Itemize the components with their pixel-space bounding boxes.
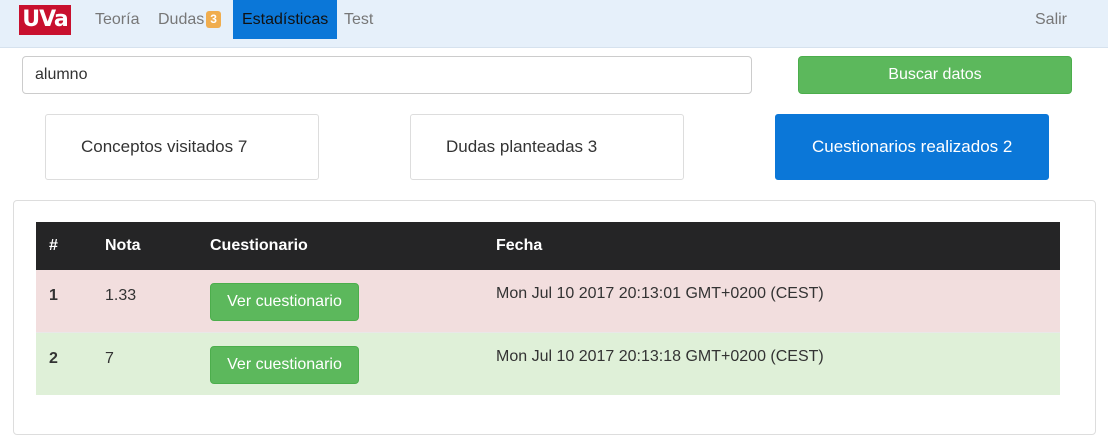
nav-teoria-label: Teoría bbox=[95, 11, 140, 28]
table-row: 2 7 Ver cuestionario Mon Jul 10 2017 20:… bbox=[36, 332, 1060, 395]
stat-dudas-planteadas[interactable]: Dudas planteadas 3 bbox=[410, 114, 684, 180]
nav-teoria[interactable]: Teoría bbox=[86, 0, 148, 39]
nav-estadisticas[interactable]: Estadísticas bbox=[233, 0, 338, 39]
table-header-row: # Nota Cuestionario Fecha bbox=[36, 222, 1060, 270]
nav-dudas[interactable]: Dudas 3 bbox=[149, 0, 230, 39]
nav-test[interactable]: Test bbox=[335, 0, 382, 39]
stat-conceptos-visitados[interactable]: Conceptos visitados 7 bbox=[45, 114, 319, 180]
ver-cuestionario-button[interactable]: Ver cuestionario bbox=[210, 346, 359, 384]
stat-conceptos-label: Conceptos visitados 7 bbox=[81, 137, 248, 156]
row-nota: 7 bbox=[105, 350, 114, 367]
nav-estadisticas-label: Estadísticas bbox=[242, 11, 329, 28]
results-panel: # Nota Cuestionario Fecha 1 1.33 Ver cue… bbox=[13, 200, 1096, 435]
row-nota: 1.33 bbox=[105, 287, 137, 304]
nav-test-label: Test bbox=[344, 11, 374, 28]
row-fecha: Mon Jul 10 2017 20:13:18 GMT+0200 (CEST) bbox=[496, 348, 824, 365]
stat-dudas-label: Dudas planteadas 3 bbox=[446, 137, 598, 156]
nav-dudas-label: Dudas bbox=[158, 11, 205, 28]
stat-cuestionarios-label: Cuestionarios realizados 2 bbox=[812, 137, 1013, 156]
row-number: 2 bbox=[49, 350, 58, 367]
stat-cuestionarios-realizados[interactable]: Cuestionarios realizados 2 bbox=[775, 114, 1049, 180]
search-input[interactable] bbox=[22, 56, 752, 94]
table-row: 1 1.33 Ver cuestionario Mon Jul 10 2017 … bbox=[36, 270, 1060, 333]
nav-salir-label: Salir bbox=[1035, 11, 1068, 28]
ver-cuestionario-button[interactable]: Ver cuestionario bbox=[210, 283, 359, 321]
navbar: UVa Teoría Dudas 3 Estadísticas Test Sali… bbox=[0, 0, 1108, 48]
header-cuestionario: Cuestionario bbox=[210, 237, 308, 254]
buscar-datos-button[interactable]: Buscar datos bbox=[798, 56, 1072, 94]
row-number: 1 bbox=[49, 287, 58, 304]
header-nota: Nota bbox=[105, 237, 141, 254]
header-fecha: Fecha bbox=[496, 237, 543, 254]
nav-salir[interactable]: Salir bbox=[1026, 0, 1076, 39]
uva-logo[interactable]: UVa bbox=[19, 5, 71, 35]
dudas-count-badge: 3 bbox=[206, 11, 221, 28]
quiz-results-table: # Nota Cuestionario Fecha 1 1.33 Ver cue… bbox=[36, 222, 1060, 395]
header-num: # bbox=[49, 237, 58, 254]
row-fecha: Mon Jul 10 2017 20:13:01 GMT+0200 (CEST) bbox=[496, 285, 824, 302]
